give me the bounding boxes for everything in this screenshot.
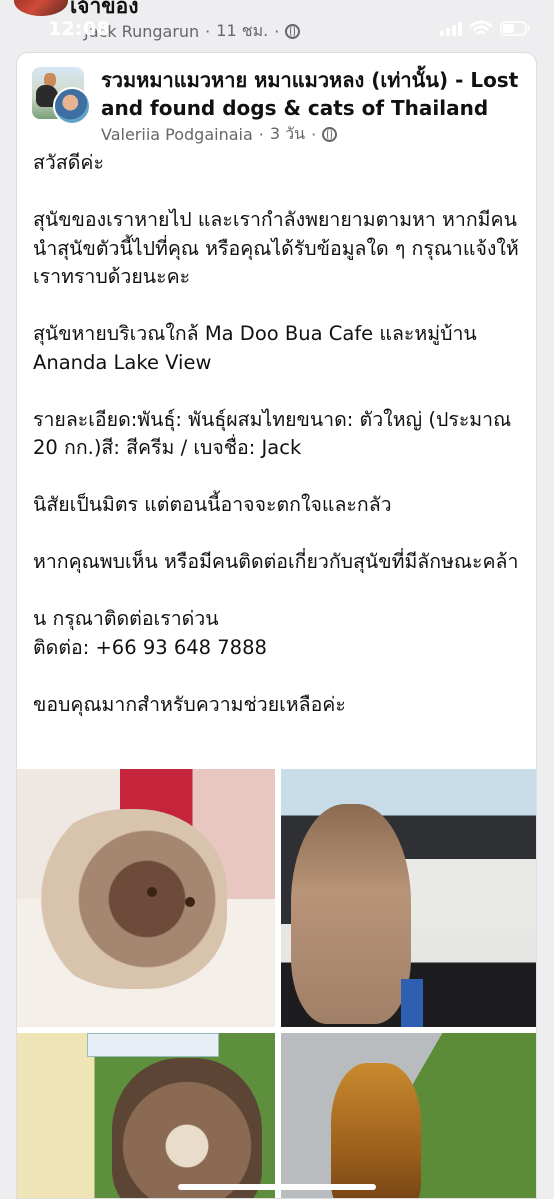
post-paragraph: สุนัขหายบริเวณใกล้ Ma Doo Bua Cafe และหม… <box>33 322 477 374</box>
battery-icon <box>500 20 530 36</box>
meta-separator: · <box>274 22 280 41</box>
post-text: สวัสดีค่ะ สุนัขของเราหายไป และเรากำลังพย… <box>33 149 529 719</box>
group-name[interactable]: รวมหมาแมวหาย หมาแมวหลง (เท่านั้น) - Lost… <box>101 66 531 122</box>
home-indicator[interactable] <box>178 1184 376 1190</box>
post-paragraph: รายละเอียด:พันธุ์: พันธุ์ผสมไทยขนาด: ตัว… <box>33 407 512 460</box>
contact-phone[interactable]: ติดต่อ: +66 93 648 7888 <box>33 634 529 663</box>
wifi-icon <box>470 20 492 36</box>
dog-lying-on-bed-photo[interactable] <box>17 769 275 1027</box>
post-paragraph: สวัสดีค่ะ <box>33 151 104 174</box>
dog-in-car-photo[interactable] <box>281 769 536 1027</box>
post-paragraph: น กรุณาติดต่อเราด่วน <box>33 607 219 630</box>
post-paragraph: หากคุณพบเห็น หรือมีคนติดต่อเกี่ยวกับสุนั… <box>33 550 519 573</box>
author-avatar[interactable] <box>53 87 91 125</box>
dog-outdoors-photo[interactable] <box>281 1033 536 1198</box>
previous-post-time[interactable]: 11 ชม. <box>216 19 268 44</box>
meta-separator: · <box>258 125 264 144</box>
previous-post-meta: Jack Rungarun · 11 ชม. · <box>84 19 301 44</box>
globe-icon <box>285 24 301 39</box>
meta-separator: · <box>205 22 211 41</box>
cellular-signal-icon <box>440 20 462 36</box>
post-author[interactable]: Valeriia Podgainaia <box>101 125 253 144</box>
post-card: รวมหมาแมวหาย หมาแมวหลง (เท่านั้น) - Lost… <box>16 52 537 1199</box>
post-paragraph: สุนัขของเราหายไป และเรากำลังพยายามตามหา … <box>33 208 519 288</box>
status-time: 12:08 <box>48 18 110 40</box>
status-icons <box>440 20 530 36</box>
previous-post-avatar[interactable] <box>14 0 68 16</box>
post-paragraph: นิสัยเป็นมิตร แต่ตอนนี้อาจจะตกใจและกลัว <box>33 493 392 516</box>
post-paragraph: ขอบคุณมากสำหรับความช่วยเหลือค่ะ <box>33 692 346 716</box>
dog-at-event-photo[interactable] <box>17 1033 275 1198</box>
globe-icon <box>322 127 338 142</box>
post-meta: Valeriia Podgainaia · 3 วัน · <box>101 122 338 147</box>
photo-grid <box>17 769 536 1198</box>
post-time[interactable]: 3 วัน <box>270 122 305 147</box>
meta-separator: · <box>311 125 317 144</box>
